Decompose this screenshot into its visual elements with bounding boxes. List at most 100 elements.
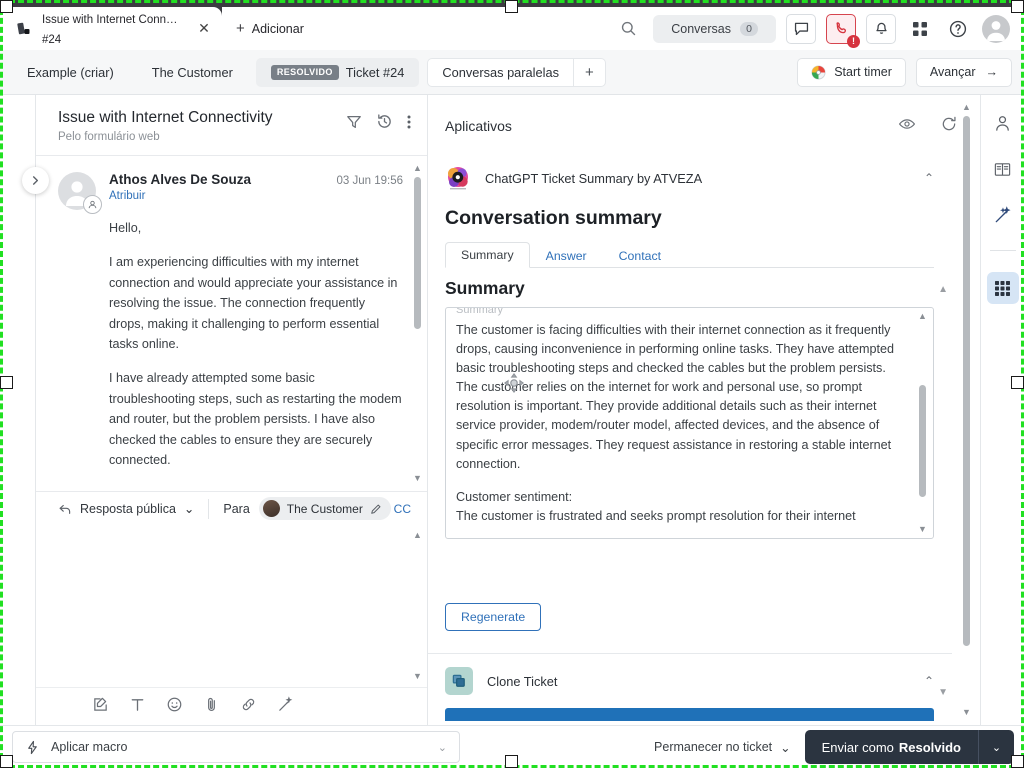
assign-link[interactable]: Atribuir: [109, 190, 403, 202]
eye-icon[interactable]: [898, 115, 916, 138]
stay-on-ticket-label: Permanecer no ticket: [654, 740, 773, 754]
browser-tab-active[interactable]: Issue with Internet Conn… #24 ✕: [0, 7, 222, 50]
search-icon[interactable]: [613, 14, 643, 44]
apply-macro-select[interactable]: Aplicar macro ⌄: [12, 731, 460, 763]
assign-user-icon[interactable]: [83, 195, 102, 214]
start-timer-button[interactable]: Start timer: [797, 57, 906, 87]
filter-icon[interactable]: [346, 114, 362, 135]
scroll-up-icon[interactable]: ▲: [413, 531, 422, 540]
send-options-chevron-icon[interactable]: ⌄: [978, 730, 1014, 764]
advance-button[interactable]: Avançar →: [915, 57, 1012, 87]
link-icon[interactable]: [240, 696, 257, 718]
side-conversations-group: Conversas paralelas +: [427, 57, 606, 87]
chevron-up-icon[interactable]: ⌃: [924, 674, 934, 688]
scroll-down-icon[interactable]: ▼: [938, 687, 948, 698]
scroll-up-icon[interactable]: ▲: [413, 164, 422, 173]
chevron-down-icon: ⌄: [183, 502, 195, 516]
magic-wand-icon[interactable]: [277, 695, 294, 718]
conversations-count: 0: [740, 21, 758, 36]
scroll-up-icon[interactable]: ▲: [918, 312, 927, 321]
scroll-down-icon[interactable]: ▼: [962, 708, 971, 717]
app-card-header[interactable]: ChatGPT Ticket Summary by ATVEZA ⌃: [445, 157, 934, 199]
reply-type-label: Resposta pública: [80, 501, 176, 516]
regenerate-button[interactable]: Regenerate: [445, 603, 542, 631]
breadcrumb-item-customer[interactable]: The Customer: [137, 58, 248, 87]
summary-paragraph: Customer sentiment:: [456, 489, 573, 504]
bottom-action-bar: Aplicar macro ⌄ Permanecer no ticket ⌄ E…: [0, 725, 1024, 768]
app-favicon-icon: [14, 19, 34, 39]
recipient-chip[interactable]: The Customer: [258, 497, 391, 520]
new-tab-button[interactable]: + Adicionar: [222, 7, 318, 50]
help-circle-icon[interactable]: [944, 15, 972, 43]
compose-scrollbar[interactable]: ▲ ▼: [412, 531, 423, 681]
apps-grid-icon[interactable]: [906, 15, 934, 43]
sidebar-item-apps[interactable]: [986, 272, 1019, 304]
user-avatar[interactable]: [982, 14, 1010, 43]
sidebar-item-magic-wand[interactable]: [989, 201, 1017, 229]
attachment-icon[interactable]: [203, 696, 220, 718]
more-vertical-icon[interactable]: [407, 114, 411, 135]
right-sidebar: [980, 95, 1024, 725]
summary-scrollbar[interactable]: ▲ ▼: [917, 312, 928, 534]
chat-bubble-icon[interactable]: [786, 13, 816, 44]
summary-textarea[interactable]: Summary The customer is facing difficult…: [445, 307, 934, 539]
app-card-clone-ticket[interactable]: Clone Ticket ⌃: [428, 654, 952, 708]
browser-tabstrip: Issue with Internet Conn… #24 ✕ + Adicio…: [0, 7, 1024, 50]
add-side-conversation-button[interactable]: +: [574, 59, 605, 86]
status-badge: RESOLVIDO: [270, 64, 339, 80]
note-edit-icon[interactable]: [92, 696, 109, 718]
recipient-label: Para: [223, 501, 250, 516]
tab-answer[interactable]: Answer: [530, 244, 603, 268]
scroll-down-icon[interactable]: ▼: [918, 525, 927, 534]
text-format-icon[interactable]: [129, 696, 146, 718]
breadcrumb-item-ticket[interactable]: RESOLVIDO Ticket #24: [255, 57, 420, 87]
app-header-right: Conversas 0 !: [317, 7, 1024, 50]
scrollbar-thumb[interactable]: [963, 116, 970, 646]
scrollbar-track[interactable]: [414, 177, 421, 470]
apps-pane: Aplicativos ChatGPT Ticket Summary by AT…: [428, 95, 980, 725]
send-as-resolved-button[interactable]: Enviar como Resolvido: [804, 730, 978, 764]
conversations-pill[interactable]: Conversas 0: [653, 14, 776, 43]
clone-ticket-icon: [445, 667, 473, 695]
sidebar-item-person[interactable]: [989, 109, 1017, 137]
summary-paragraph: The customer is facing difficulties with…: [456, 322, 895, 471]
emoji-icon[interactable]: [166, 696, 183, 718]
summary-paragraph: The customer is frustrated and seeks pro…: [456, 508, 856, 523]
scroll-down-icon[interactable]: ▼: [413, 672, 422, 681]
compose-area[interactable]: ▲ ▼: [36, 525, 427, 725]
cc-button[interactable]: CC: [394, 502, 411, 516]
stay-on-ticket-select[interactable]: Permanecer no ticket ⌄: [654, 740, 791, 755]
phone-icon[interactable]: !: [826, 13, 860, 48]
tab-summary[interactable]: Summary: [445, 242, 530, 268]
ticket-label: Ticket #24: [345, 64, 405, 80]
send-prefix-label: Enviar como: [821, 739, 894, 755]
breadcrumb-item-example[interactable]: Example (criar): [12, 58, 129, 87]
scroll-up-icon[interactable]: ▲: [938, 284, 948, 295]
refresh-icon[interactable]: [940, 115, 958, 138]
apps-title: Aplicativos: [445, 118, 512, 134]
message-scrollbar[interactable]: ▲ ▼: [412, 164, 423, 483]
pencil-icon: [371, 504, 381, 514]
history-clock-icon[interactable]: [376, 113, 393, 135]
scrollbar-track[interactable]: [414, 544, 421, 668]
scrollbar-thumb[interactable]: [919, 385, 926, 497]
scrollbar-thumb[interactable]: [414, 177, 421, 329]
chevron-up-icon[interactable]: ⌃: [924, 171, 934, 185]
scrollbar-track[interactable]: [919, 325, 926, 521]
expand-panel-button[interactable]: [22, 167, 49, 194]
tab-contact[interactable]: Contact: [603, 244, 677, 268]
scroll-up-icon[interactable]: ▲: [962, 103, 971, 112]
reply-type-selector[interactable]: Resposta pública ⌄: [58, 501, 194, 516]
apps-pane-scrollbar[interactable]: ▲ ▼: [961, 103, 972, 717]
close-icon[interactable]: ✕: [194, 19, 214, 39]
bell-icon[interactable]: [866, 13, 896, 44]
sidebar-item-knowledge[interactable]: [989, 155, 1017, 183]
side-conversations-tab[interactable]: Conversas paralelas: [428, 59, 573, 86]
clone-ticket-action-button[interactable]: [445, 708, 934, 721]
message-list[interactable]: Athos Alves De Souza 03 Jun 19:56 Atribu…: [36, 156, 427, 491]
reply-arrow-icon: [59, 504, 71, 514]
conversations-label: Conversas: [671, 21, 731, 36]
scrollbar-track[interactable]: [963, 116, 970, 704]
scroll-down-icon[interactable]: ▼: [413, 474, 422, 483]
message-paragraph: I am experiencing difficulties with my i…: [109, 255, 398, 351]
